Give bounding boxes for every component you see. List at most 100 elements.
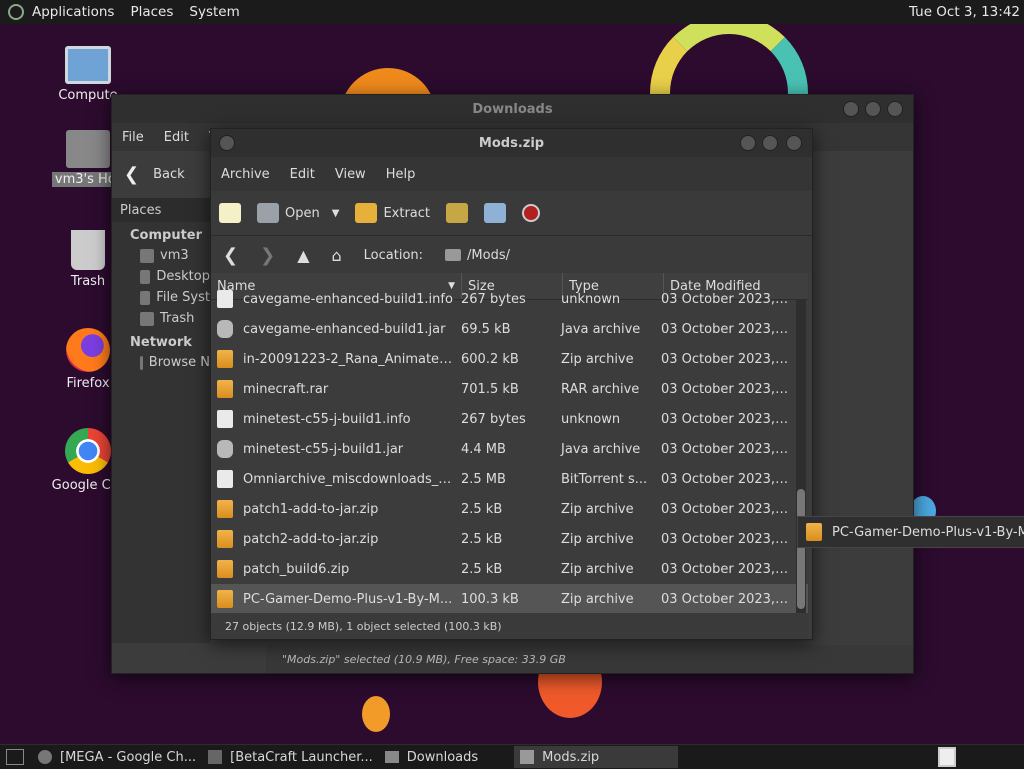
folder-icon bbox=[384, 751, 399, 763]
up-arrow-icon[interactable]: ▲ bbox=[297, 246, 309, 265]
places-menu[interactable]: Places bbox=[122, 4, 181, 20]
trash-icon bbox=[140, 311, 154, 326]
places-sidebar: Places Computer vm3 Desktop File Syst Tr… bbox=[112, 198, 210, 643]
maximize-button[interactable] bbox=[762, 135, 778, 151]
drag-item[interactable]: PC-Gamer-Demo-Plus-v1-By-M bbox=[797, 516, 1024, 548]
forward-arrow-icon[interactable]: ❯ bbox=[260, 245, 275, 266]
home-icon[interactable]: ⌂ bbox=[332, 246, 342, 265]
file-rows: cavegame-enhanced-build1.info 267 bytes un… bbox=[211, 284, 808, 613]
file-size: 267 bytes bbox=[461, 411, 526, 427]
taskbar-item-mega[interactable]: [MEGA - Google Ch... bbox=[32, 746, 202, 768]
sidebar-item-label: Trash bbox=[160, 311, 195, 326]
jar-file-icon bbox=[217, 440, 233, 458]
back-arrow-icon[interactable]: ❮ bbox=[124, 164, 139, 185]
file-date: 03 October 2023, ... bbox=[661, 471, 789, 487]
location-field[interactable]: /Mods/ bbox=[445, 248, 510, 263]
taskbar-label: [BetaCraft Launcher... bbox=[230, 749, 373, 765]
back-button[interactable]: Back bbox=[153, 167, 185, 182]
downloads-titlebar[interactable]: Downloads bbox=[112, 95, 913, 123]
taskbar-item-mods-zip[interactable]: Mods.zip bbox=[514, 746, 679, 768]
maximize-button[interactable] bbox=[865, 101, 881, 117]
network-icon bbox=[140, 355, 143, 370]
workspace-switcher-icon[interactable] bbox=[938, 747, 956, 767]
file-row[interactable]: cavegame-enhanced-build1.jar 69.5 kB Java … bbox=[211, 314, 808, 344]
location-value: /Mods/ bbox=[467, 247, 510, 263]
back-arrow-icon[interactable]: ❮ bbox=[223, 245, 238, 266]
taskbar-item-downloads[interactable]: Downloads bbox=[379, 746, 484, 768]
menu-help[interactable]: Help bbox=[376, 167, 426, 182]
chrome-icon bbox=[65, 428, 111, 474]
file-row[interactable]: minecraft.rar 701.5 kB RAR archive 03 Octob… bbox=[211, 374, 808, 404]
file-row[interactable]: patch1-add-to-jar.zip 2.5 kB Zip archive 03… bbox=[211, 494, 808, 524]
add-files-button[interactable] bbox=[438, 203, 476, 223]
file-row[interactable]: Omniarchive_miscdownloads_G... 2.5 MB BitT… bbox=[211, 464, 808, 494]
zip-file-icon bbox=[806, 523, 822, 541]
file-size: 100.3 kB bbox=[461, 591, 519, 607]
open-button[interactable]: Open ▼ bbox=[249, 203, 347, 223]
clock[interactable]: Tue Oct 3, 13:42 bbox=[909, 4, 1020, 20]
file-row[interactable]: PC-Gamer-Demo-Plus-v1-By-M... 100.3 kB Zip… bbox=[211, 584, 808, 613]
file-date: 03 October 2023, ... bbox=[661, 441, 789, 457]
sidebar-item-browse-network[interactable]: Browse N bbox=[112, 352, 210, 373]
new-archive-button[interactable] bbox=[211, 203, 249, 223]
open-label: Open bbox=[285, 205, 320, 221]
applications-menu[interactable]: Applications bbox=[24, 4, 122, 20]
taskbar-item-betacraft[interactable]: [BetaCraft Launcher... bbox=[202, 746, 379, 768]
vertical-scrollbar[interactable] bbox=[796, 299, 806, 613]
menu-file[interactable]: File bbox=[112, 130, 154, 145]
folder-icon bbox=[445, 249, 462, 261]
window-menu-button[interactable] bbox=[219, 135, 235, 151]
top-panel: Applications Places System Tue Oct 3, 13… bbox=[0, 0, 1024, 25]
chevron-down-icon[interactable]: ▼ bbox=[332, 208, 340, 219]
zip-file-icon bbox=[217, 560, 233, 578]
file-size: 2.5 kB bbox=[461, 561, 503, 577]
firefox-icon bbox=[66, 328, 110, 372]
sidebar-item-desktop[interactable]: Desktop bbox=[112, 266, 210, 287]
taskbar-label: Mods.zip bbox=[542, 749, 600, 765]
sort-down-icon: ▼ bbox=[448, 281, 455, 291]
scrollbar-thumb[interactable] bbox=[797, 489, 805, 609]
file-row[interactable]: minetest-c55-j-build1.info 267 bytes unkno… bbox=[211, 404, 808, 434]
file-date: 03 October 2023, ... bbox=[661, 351, 789, 367]
archive-statusbar: 27 objects (12.9 MB), 1 object selected … bbox=[211, 613, 808, 639]
add-files-icon bbox=[446, 203, 468, 223]
wallpaper-shape bbox=[362, 696, 390, 732]
places-header[interactable]: Places bbox=[112, 198, 210, 222]
minimize-button[interactable] bbox=[740, 135, 756, 151]
add-folder-button[interactable] bbox=[476, 203, 514, 223]
desktop-icon bbox=[140, 269, 151, 284]
sidebar-item-vm3[interactable]: vm3 bbox=[112, 245, 210, 266]
file-row[interactable]: patch2-add-to-jar.zip 2.5 kB Zip archive 03… bbox=[211, 524, 808, 554]
extract-button[interactable]: Extract bbox=[347, 203, 438, 223]
taskbar-label: [MEGA - Google Ch... bbox=[60, 749, 197, 765]
minimize-button[interactable] bbox=[843, 101, 859, 117]
file-size: 2.5 MB bbox=[461, 471, 506, 487]
sidebar-section-network: Network bbox=[130, 335, 192, 350]
column-name[interactable]: Name ▼ bbox=[211, 273, 462, 299]
file-date: 03 October 2023, ... bbox=[661, 501, 789, 517]
menu-edit[interactable]: Edit bbox=[280, 167, 325, 182]
show-desktop-icon[interactable] bbox=[6, 749, 24, 765]
file-row[interactable]: in-20091223-2_Rana_Animated... 600.2 kB Zi… bbox=[211, 344, 808, 374]
zip-file-icon bbox=[217, 590, 233, 608]
menu-edit[interactable]: Edit bbox=[154, 130, 199, 145]
file-row[interactable]: patch_build6.zip 2.5 kB Zip archive 03 Octo… bbox=[211, 554, 808, 584]
sidebar-item-trash[interactable]: Trash bbox=[112, 308, 210, 329]
zip-file-icon bbox=[217, 530, 233, 548]
stop-button[interactable] bbox=[514, 204, 548, 222]
file-size: 4.4 MB bbox=[461, 441, 506, 457]
extract-icon bbox=[355, 203, 378, 223]
sidebar-item-filesystem[interactable]: File Syst bbox=[112, 287, 210, 308]
open-icon bbox=[257, 203, 279, 223]
taskbar-label: Downloads bbox=[406, 749, 479, 765]
file-row[interactable]: minetest-c55-j-build1.jar 4.4 MB Java arch… bbox=[211, 434, 808, 464]
window-title: Mods.zip bbox=[478, 135, 545, 151]
archive-titlebar[interactable]: Mods.zip bbox=[211, 129, 812, 157]
close-button[interactable] bbox=[786, 135, 802, 151]
menu-view[interactable]: View bbox=[325, 167, 376, 182]
close-button[interactable] bbox=[887, 101, 903, 117]
computer-icon bbox=[65, 46, 111, 84]
distro-logo-icon[interactable] bbox=[8, 4, 24, 20]
menu-archive[interactable]: Archive bbox=[211, 167, 280, 182]
system-menu[interactable]: System bbox=[181, 4, 247, 20]
